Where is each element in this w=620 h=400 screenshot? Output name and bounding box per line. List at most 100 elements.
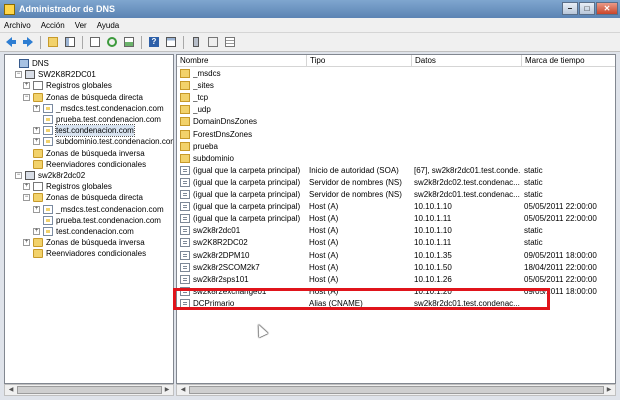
tree-horizontal-scrollbar[interactable]: ◀ ▶: [4, 384, 174, 396]
back-button[interactable]: [4, 35, 18, 49]
tree-item[interactable]: + Registros globales: [23, 80, 112, 91]
menu-ver[interactable]: Ver: [75, 21, 87, 30]
table-row[interactable]: (igual que la carpeta principal) Servidor…: [177, 189, 615, 201]
record-name: sw2k8r2SCOM2k7: [193, 262, 260, 272]
refresh-button[interactable]: [105, 35, 119, 49]
expand-icon[interactable]: +: [33, 228, 40, 235]
folder-icon: [33, 249, 43, 259]
table-row[interactable]: sw2k8r2SCOM2k7 Host (A) 10.10.1.50 18/04/20…: [177, 262, 615, 274]
table-row[interactable]: ForestDnsZones: [177, 129, 615, 141]
scrollbar-thumb[interactable]: [189, 386, 604, 394]
tree-item[interactable]: Reenviadores condicionales: [23, 248, 146, 259]
table-row[interactable]: sw2k8r2sps101 Host (A) 10.10.1.26 05/05/201…: [177, 274, 615, 286]
table-row[interactable]: DomainDnsZones: [177, 116, 615, 128]
table-row[interactable]: subdominio: [177, 153, 615, 165]
scroll-right-arrow-icon[interactable]: ▶: [162, 386, 172, 394]
table-row[interactable]: sw2K8R2DC02 Host (A) 10.10.1.11 static: [177, 237, 615, 249]
export-list-button[interactable]: [88, 35, 102, 49]
toolbar-separator: [40, 35, 41, 49]
tree-item[interactable]: prueba.test.condenacion.com: [33, 114, 161, 125]
collapse-icon[interactable]: −: [15, 172, 22, 179]
menu-accion[interactable]: Acción: [41, 21, 65, 30]
column-header-datos[interactable]: Datos: [412, 55, 522, 67]
export-button[interactable]: [122, 35, 136, 49]
list-button[interactable]: [223, 35, 237, 49]
dns-record-icon: [180, 165, 190, 175]
expand-icon[interactable]: +: [33, 138, 40, 146]
table-row[interactable]: _tcp: [177, 92, 615, 104]
record-timestamp: 09/05/2011 18:00:00: [524, 250, 597, 260]
zone-icon: [43, 215, 53, 225]
table-row[interactable]: _udp: [177, 104, 615, 116]
maximize-button[interactable]: □: [579, 2, 595, 15]
record-name: DomainDnsZones: [193, 117, 258, 127]
tree-item[interactable]: + test.condenacion.com: [33, 124, 135, 138]
tree-item[interactable]: + _msdcs.test.condenacion.com: [33, 204, 164, 215]
expand-icon[interactable]: +: [23, 239, 30, 247]
tree-item-label: Zonas de búsqueda directa: [46, 92, 143, 102]
menu-archivo[interactable]: Archivo: [4, 21, 31, 30]
server-button[interactable]: [189, 35, 203, 49]
up-folder-button[interactable]: [46, 35, 60, 49]
expand-icon[interactable]: +: [33, 104, 40, 112]
collapse-icon[interactable]: −: [23, 93, 30, 101]
scroll-left-arrow-icon[interactable]: ◀: [178, 386, 188, 394]
collapse-icon[interactable]: −: [15, 71, 22, 79]
tree-item-label: Registros globales: [46, 81, 112, 91]
folder-icon: [33, 159, 43, 169]
table-row[interactable]: _sites: [177, 80, 615, 92]
folder-icon: [180, 129, 190, 139]
close-button[interactable]: ✕: [596, 2, 618, 15]
list-horizontal-scrollbar[interactable]: ◀ ▶: [176, 384, 616, 396]
expand-icon[interactable]: +: [33, 127, 40, 135]
tree-item[interactable]: − sw2k8r2dc02: [15, 170, 85, 181]
folder-icon: [180, 81, 190, 91]
table-row[interactable]: prueba: [177, 141, 615, 153]
tree-item[interactable]: − Zonas de búsqueda directa: [23, 92, 143, 103]
back-arrow-icon: [6, 37, 16, 47]
expand-icon[interactable]: +: [23, 183, 30, 191]
folder-icon: [33, 193, 43, 203]
scroll-right-arrow-icon[interactable]: ▶: [604, 386, 614, 394]
expand-icon[interactable]: +: [23, 82, 30, 90]
table-row[interactable]: (igual que la carpeta principal) Servidor…: [177, 177, 615, 189]
table-row[interactable]: sw2k8r2dc01 Host (A) 10.10.1.10 static: [177, 225, 615, 237]
tree-item[interactable]: + _msdcs.test.condenacion.com: [33, 103, 164, 114]
minimize-button[interactable]: –: [562, 2, 578, 15]
record-name: sw2K8R2DC02: [193, 238, 248, 248]
folder-icon: [33, 148, 43, 158]
tree-item[interactable]: Reenviadores condicionales: [23, 159, 146, 170]
collapse-icon[interactable]: −: [23, 194, 30, 202]
table-row[interactable]: (igual que la carpeta principal) Inicio d…: [177, 165, 615, 177]
tree-item-label: Zonas de búsqueda inversa: [46, 148, 145, 158]
table-row[interactable]: sw2k8r2DPM10 Host (A) 10.10.1.35 09/05/2011…: [177, 250, 615, 262]
record-timestamp: 18/04/2011 22:00:00: [524, 262, 597, 272]
column-header-tipo[interactable]: Tipo: [307, 55, 412, 67]
show-hide-tree-button[interactable]: [63, 35, 77, 49]
table-row[interactable]: (igual que la carpeta principal) Host (A)…: [177, 201, 615, 213]
tree-item[interactable]: − SW2K8R2DC01: [15, 69, 96, 80]
tree-item[interactable]: Zonas de búsqueda inversa: [23, 148, 145, 159]
help-button[interactable]: ?: [147, 35, 161, 49]
folder-icon: [180, 141, 190, 151]
tree-item[interactable]: DNS: [9, 58, 49, 69]
tree-item[interactable]: + Zonas de búsqueda inversa: [23, 237, 145, 248]
tree-item[interactable]: prueba.test.condenacion.com: [33, 215, 161, 226]
forward-button[interactable]: [21, 35, 35, 49]
expand-icon[interactable]: +: [33, 205, 40, 213]
scrollbar-thumb[interactable]: [17, 386, 162, 394]
view-button[interactable]: [164, 35, 178, 49]
table-row[interactable]: (igual que la carpeta principal) Host (A)…: [177, 213, 615, 225]
tree-item[interactable]: + subdominio.test.condenacion.com: [33, 136, 173, 147]
table-row[interactable]: _msdcs: [177, 68, 615, 80]
tree-item[interactable]: + Registros globales: [23, 181, 112, 192]
tree-item[interactable]: − Zonas de búsqueda directa: [23, 192, 143, 203]
console-tree[interactable]: DNS − SW2K8R2DC01 + Registros globales − Zonas…: [4, 54, 174, 384]
record-timestamp: static: [524, 226, 543, 236]
column-header-nombre[interactable]: Nombre: [177, 55, 307, 67]
new-record-button[interactable]: [206, 35, 220, 49]
column-header-marca-de-tiempo[interactable]: Marca de tiempo: [522, 55, 615, 67]
scroll-left-arrow-icon[interactable]: ◀: [6, 386, 16, 394]
tree-item[interactable]: + test.condenacion.com: [33, 226, 134, 237]
menu-ayuda[interactable]: Ayuda: [97, 21, 120, 30]
